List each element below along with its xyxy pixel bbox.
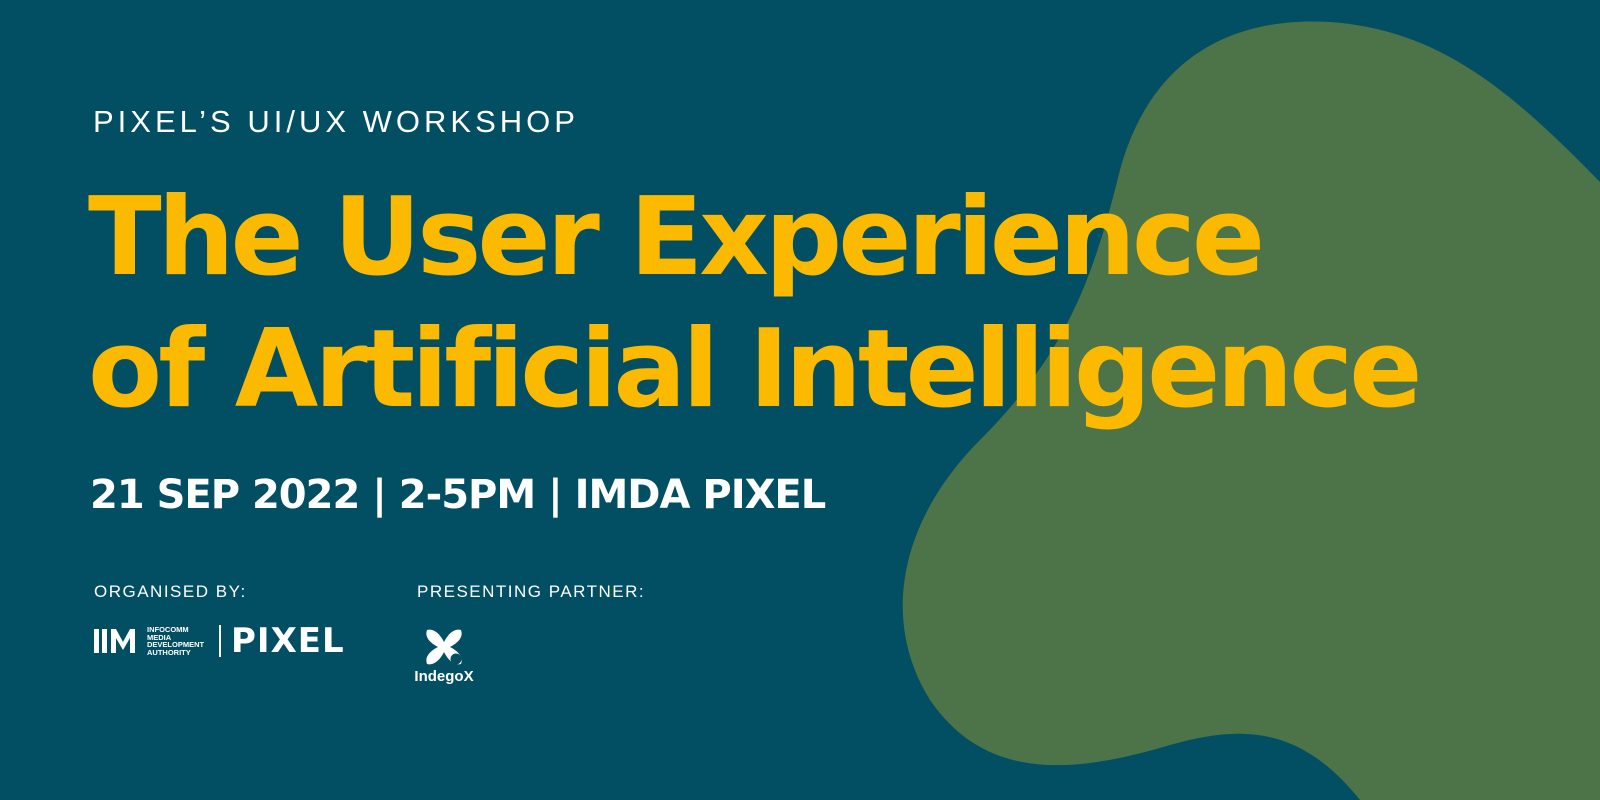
presenting-partner-label: PRESENTING PARTNER: (417, 582, 646, 601)
event-title: The User Experience of Artificial Intell… (88, 172, 1423, 436)
indegox-logo: IndegoX (412, 624, 476, 685)
organised-by-label: ORGANISED BY: (94, 582, 247, 601)
title-line-1: The User Experience (88, 175, 1265, 300)
imda-mark-icon (94, 629, 135, 653)
indegox-x-icon (426, 629, 462, 665)
imda-wordmark: INFOCOMM MEDIA DEVELOPMENT AUTHORITY (147, 625, 205, 657)
indegox-name: IndegoX (414, 668, 474, 685)
logo-divider (219, 625, 221, 657)
event-date-time-venue: 21 SEP 2022 | 2-5PM | IMDA PIXEL (90, 472, 826, 518)
imda-pixel-logo: INFOCOMM MEDIA DEVELOPMENT AUTHORITY PIX… (94, 624, 345, 658)
pixel-wordmark: PIXEL (231, 621, 345, 661)
workshop-eyebrow: PIXEL’S UI/UX WORKSHOP (93, 104, 579, 139)
title-line-2: of Artificial Intelligence (88, 307, 1423, 432)
